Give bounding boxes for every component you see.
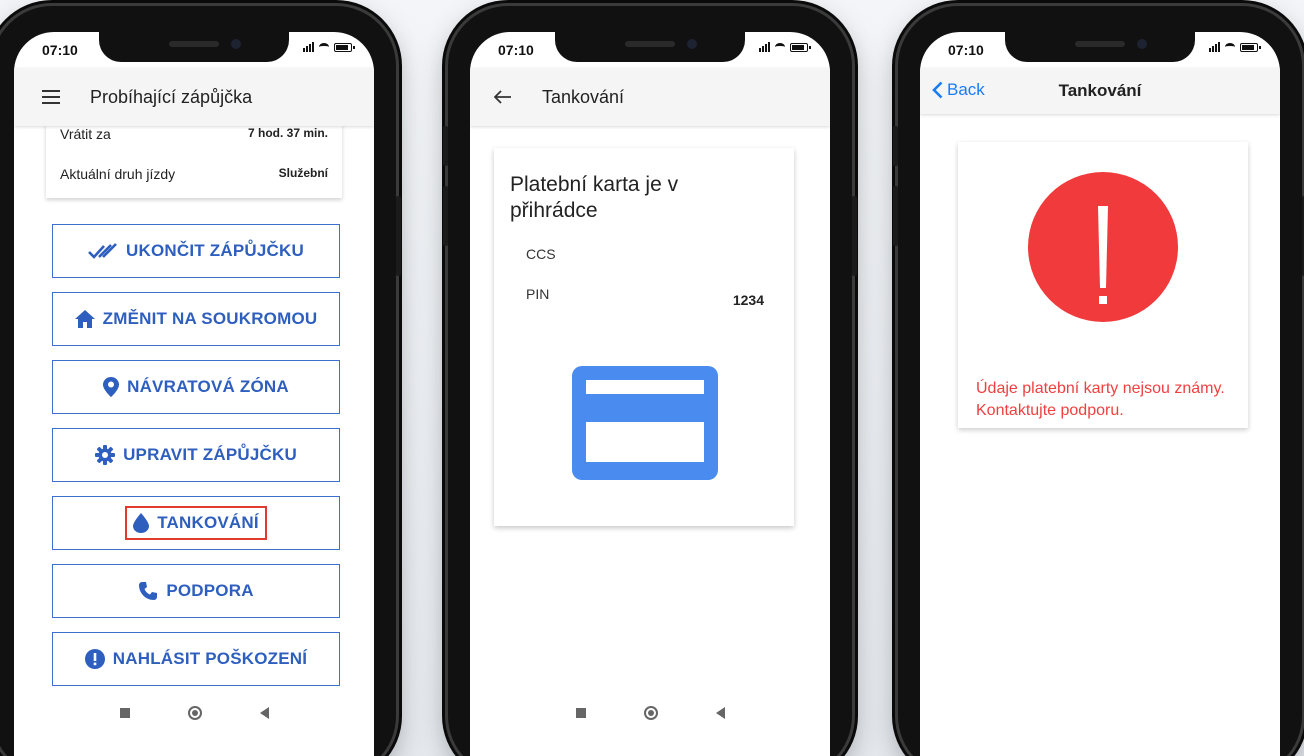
notch — [1005, 32, 1195, 62]
phone-side-button — [893, 126, 898, 166]
end-loan-label: UKONČIT ZÁPŮJČKU — [126, 241, 304, 260]
card-title: Platební karta je v přihrádce — [510, 173, 679, 222]
home-icon — [74, 310, 95, 328]
phone-side-button — [893, 186, 898, 246]
recents-button[interactable] — [119, 708, 130, 718]
report-damage-label: NAHLÁSIT POŠKOZENÍ — [112, 649, 308, 668]
gear-icon — [95, 445, 116, 465]
page-title: Tankování — [542, 86, 625, 107]
refueling-label: TANKOVÁNÍ — [157, 513, 259, 532]
ios-nav-bar: Back Tankování — [920, 68, 1280, 114]
wifi-icon — [319, 43, 329, 51]
location-pin-icon — [103, 377, 120, 397]
home-button[interactable] — [643, 706, 658, 720]
loan-summary-card: Vrátit za 7 hod. 37 min. Aktuální druh j… — [46, 118, 342, 198]
phone-frame-3: 07:10 Back Tankování Údaje platební kart… — [893, 6, 1304, 756]
back-button[interactable]: Back — [932, 80, 985, 100]
switch-to-private-button[interactable]: ZMĚNIT NA SOUKROMOU — [52, 292, 340, 346]
report-damage-button[interactable]: NAHLÁSIT POŠKOZENÍ — [52, 632, 340, 686]
refueling-button[interactable]: TANKOVÁNÍ — [52, 496, 340, 550]
page-title: Tankování — [1058, 81, 1142, 100]
highlight-box: TANKOVÁNÍ — [125, 506, 267, 540]
app-bar: Tankování — [470, 68, 830, 126]
wifi-icon — [1225, 43, 1235, 51]
chevron-left-icon — [932, 81, 943, 99]
ride-type-label: Aktuální druh jízdy — [60, 166, 176, 182]
status-time: 07:10 — [42, 42, 78, 58]
screen-loan-in-progress: 07:10 Probíhající zápůjčka Vrátit za 7 h… — [14, 32, 374, 756]
android-nav-bar — [470, 706, 830, 720]
battery-icon — [334, 42, 355, 52]
alert-icon — [1028, 172, 1178, 322]
back-button[interactable] — [259, 707, 269, 719]
end-loan-button[interactable]: UKONČIT ZÁPŮJČKU — [52, 224, 340, 278]
back-label: Back — [947, 80, 985, 99]
arrow-back-icon[interactable] — [494, 90, 512, 104]
return-in-label: Vrátit za — [60, 126, 111, 142]
edit-loan-button[interactable]: UPRAVIT ZÁPŮJČKU — [52, 428, 340, 482]
return-zone-label: NÁVRATOVÁ ZÓNA — [127, 377, 289, 396]
phone-frame-1: 07:10 Probíhající zápůjčka Vrátit za 7 h… — [0, 6, 401, 756]
phone-frame-2: 07:10 Tankování Platební karta je v přih… — [443, 6, 857, 756]
pin-value: 1234 — [732, 292, 764, 308]
support-label: PODPORA — [166, 581, 254, 600]
error-card: Údaje platební karty nejsou známy. Konta… — [958, 142, 1248, 428]
edit-loan-label: UPRAVIT ZÁPŮJČKU — [123, 445, 297, 464]
support-button[interactable]: PODPORA — [52, 564, 340, 618]
error-message: Údaje platební karty nejsou známy. Konta… — [976, 380, 1225, 419]
page-title: Probíhající zápůjčka — [90, 86, 253, 107]
pin-label: PIN — [526, 286, 550, 302]
menu-icon[interactable] — [42, 90, 60, 104]
phone-side-button — [396, 196, 401, 276]
app-bar: Probíhající zápůjčka — [14, 68, 374, 126]
payment-card-info: Platební karta je v přihrádce CCS PIN 12… — [494, 148, 794, 526]
credit-card-icon — [572, 366, 718, 480]
return-in-value: 7 hod. 37 min. — [247, 126, 328, 140]
battery-icon — [790, 42, 811, 52]
status-time: 07:10 — [948, 42, 984, 58]
fuel-drop-icon — [133, 513, 150, 533]
phone-side-button — [852, 196, 857, 276]
screen-refueling-card: 07:10 Tankování Platební karta je v přih… — [470, 32, 830, 756]
ccs-label: CCS — [526, 246, 556, 262]
back-button[interactable] — [715, 707, 725, 719]
status-time: 07:10 — [498, 42, 534, 58]
screen-refueling-error: 07:10 Back Tankování Údaje platební kart… — [920, 32, 1280, 756]
notch — [99, 32, 289, 62]
phone-icon — [139, 582, 158, 600]
switch-to-private-label: ZMĚNIT NA SOUKROMOU — [102, 309, 318, 328]
ride-type-value: Služební — [278, 166, 328, 180]
double-check-icon — [88, 243, 117, 259]
recents-button[interactable] — [575, 708, 586, 718]
return-zone-button[interactable]: NÁVRATOVÁ ZÓNA — [52, 360, 340, 414]
signal-icon — [303, 42, 314, 52]
home-button[interactable] — [187, 706, 202, 720]
battery-icon — [1240, 42, 1261, 52]
signal-icon — [1209, 42, 1220, 52]
phone-side-button — [443, 186, 448, 246]
android-nav-bar — [14, 706, 374, 720]
wifi-icon — [775, 43, 785, 51]
notch — [555, 32, 745, 62]
signal-icon — [759, 42, 770, 52]
alert-circle-icon — [84, 649, 105, 669]
phone-side-button — [443, 126, 448, 166]
